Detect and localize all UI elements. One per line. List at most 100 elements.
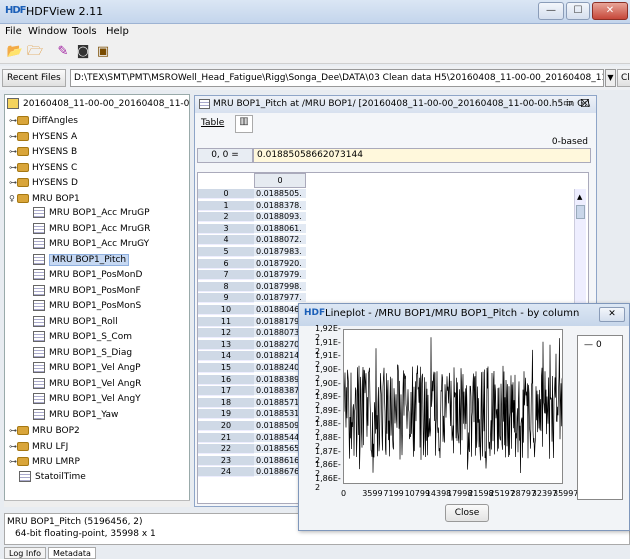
collapse-icon[interactable]: ♀ <box>9 191 17 206</box>
row-header[interactable]: 4 <box>198 235 254 246</box>
row-header[interactable]: 24 <box>198 467 254 478</box>
close-button[interactable]: ✕ <box>592 2 628 20</box>
table-cell[interactable]: 0.0188093. <box>254 212 306 223</box>
minimize-button[interactable]: — <box>538 2 564 20</box>
tree-dataset[interactable]: MRU BOP1_Vel AngP <box>33 361 141 376</box>
tree-group[interactable]: ⊶ MRU BOP2 <box>9 423 80 438</box>
tree-group[interactable]: ⊶ DiffAngles <box>9 113 78 128</box>
tree-dataset[interactable]: MRU BOP1_S_Com <box>33 330 132 345</box>
menu-window[interactable]: Window <box>28 26 67 37</box>
tree-dataset[interactable]: MRU BOP1_Acc MruGY <box>33 237 149 252</box>
row-header[interactable]: 17 <box>198 386 254 397</box>
clear-text-button[interactable]: Clear Te <box>617 69 630 87</box>
table-cell[interactable]: 0.0187998. <box>254 281 306 292</box>
tree-dataset[interactable]: MRU BOP1_Acc MruGP <box>33 206 150 221</box>
row-header[interactable]: 13 <box>198 339 254 350</box>
row-header[interactable]: 20 <box>198 421 254 431</box>
lineplot-title-bar[interactable]: HDF Lineplot - /MRU BOP1/MRU BOP1_Pitch … <box>299 304 629 326</box>
expand-icon[interactable]: ⊶ <box>9 454 17 469</box>
plot-area[interactable] <box>343 329 563 484</box>
tab-log-info[interactable]: Log Info <box>4 547 46 559</box>
tree-dataset[interactable]: MRU BOP1_PosMonD <box>33 268 142 283</box>
row-header[interactable]: 2 <box>198 212 254 223</box>
row-header[interactable]: 11 <box>198 316 254 327</box>
row-header[interactable]: 5 <box>198 247 254 257</box>
row-header[interactable]: 21 <box>198 432 254 443</box>
row-header[interactable]: 15 <box>198 363 254 373</box>
scroll-thumb[interactable] <box>576 205 585 219</box>
table-cell[interactable]: 0.0188061. <box>254 223 306 234</box>
help-book-icon[interactable]: ▣ <box>94 43 112 60</box>
maximize-button[interactable]: ☐ <box>566 2 590 20</box>
row-header[interactable]: 10 <box>198 305 254 315</box>
menu-help[interactable]: Help <box>106 26 129 37</box>
chart-icon[interactable]: ▥ <box>235 115 253 133</box>
table-cell[interactable]: 0.0188505. <box>254 189 306 199</box>
table-cell[interactable]: 0.0187979. <box>254 270 306 281</box>
tree-dataset[interactable]: MRU BOP1_S_Diag <box>33 346 132 361</box>
expand-icon[interactable]: ⊶ <box>9 144 17 159</box>
tree-dataset[interactable]: MRU BOP1_PosMonS <box>33 299 141 314</box>
table-cell[interactable]: 0.0187977. <box>254 293 306 304</box>
tree-dataset[interactable]: MRU BOP1_PosMonF <box>33 284 141 299</box>
close-plot-button[interactable]: ✕ <box>599 307 625 322</box>
expand-icon[interactable]: ⊶ <box>9 129 17 144</box>
tree-dataset[interactable]: StatoilTime <box>19 470 86 485</box>
cell-value-field[interactable]: 0.01885058662073144 <box>253 148 591 163</box>
tree-group[interactable]: ⊶ MRU LFJ <box>9 439 68 454</box>
open-file-icon[interactable]: 🗁 <box>26 43 44 60</box>
row-header[interactable]: 6 <box>198 258 254 269</box>
row-header[interactable]: 16 <box>198 374 254 385</box>
scroll-up-icon[interactable]: ▲ <box>577 193 582 201</box>
lineplot-window[interactable]: HDF Lineplot - /MRU BOP1/MRU BOP1_Pitch … <box>298 303 630 531</box>
tree-group[interactable]: ⊶ HYSENS D <box>9 175 78 190</box>
table-cell[interactable]: 0.0188378. <box>254 200 306 211</box>
expand-icon[interactable]: ⊶ <box>9 175 17 190</box>
tree-group-open[interactable]: ♀ MRU BOP1 <box>9 191 80 206</box>
row-header[interactable]: 22 <box>198 444 254 455</box>
close-table-button[interactable]: ☒ <box>580 97 590 110</box>
expand-icon[interactable]: ⊶ <box>9 439 17 454</box>
table-window-title[interactable]: MRU BOP1_Pitch at /MRU BOP1/ [20160408_1… <box>195 96 596 113</box>
tree-group[interactable]: ⊶ HYSENS A <box>9 129 77 144</box>
recent-files-combo[interactable]: D:\TEX\SMT\PMT\MSROWell_Head_Fatigue\Rig… <box>70 69 604 87</box>
row-header[interactable]: 19 <box>198 409 254 420</box>
row-header[interactable]: 7 <box>198 270 254 281</box>
menu-file[interactable]: File <box>5 26 22 37</box>
tree-dataset-selected[interactable]: MRU BOP1_Pitch <box>33 253 130 268</box>
row-header[interactable]: 8 <box>198 281 254 292</box>
tree-dataset[interactable]: MRU BOP1_Roll <box>33 315 118 330</box>
title-bar[interactable]: HDF HDFView 2.11 — ☐ ✕ <box>0 0 630 24</box>
row-header[interactable]: 14 <box>198 351 254 362</box>
expand-icon[interactable]: ⊶ <box>9 160 17 175</box>
file-tree[interactable]: 20160408_11-00-00_20160408_11-00 ⊶ DiffAn… <box>4 94 190 507</box>
expand-icon[interactable]: ⊶ <box>9 423 17 438</box>
restore-window-button[interactable]: ▭ <box>563 98 572 109</box>
tree-dataset[interactable]: MRU BOP1_Acc MruGR <box>33 222 150 237</box>
tree-group[interactable]: ⊶ HYSENS B <box>9 144 77 159</box>
row-header[interactable]: 1 <box>198 200 254 211</box>
row-header[interactable]: 23 <box>198 455 254 466</box>
tree-dataset[interactable]: MRU BOP1_Vel AngY <box>33 392 141 407</box>
menu-tools[interactable]: Tools <box>72 26 97 37</box>
tree-horizontal-scrollbar[interactable] <box>4 500 190 507</box>
tree-group[interactable]: ⊶ HYSENS C <box>9 160 77 175</box>
table-cell[interactable]: 0.0187920. <box>254 258 306 269</box>
table-cell[interactable]: 0.0187983. <box>254 247 306 257</box>
open-folder-icon[interactable]: 📂 <box>6 43 24 60</box>
row-header[interactable]: 18 <box>198 397 254 408</box>
row-header[interactable]: 3 <box>198 223 254 234</box>
row-header[interactable]: 12 <box>198 328 254 339</box>
recent-files-button[interactable]: Recent Files <box>2 69 66 87</box>
tree-dataset[interactable]: MRU BOP1_Vel AngR <box>33 377 141 392</box>
table-cell[interactable]: 0.0188072. <box>254 235 306 246</box>
plot-close-button[interactable]: Close <box>445 504 489 522</box>
row-header[interactable]: 9 <box>198 293 254 304</box>
column-header[interactable]: 0 <box>254 173 306 188</box>
tree-dataset[interactable]: MRU BOP1_Yaw <box>33 408 118 423</box>
tab-metadata[interactable]: Metadata <box>48 547 96 559</box>
tree-root[interactable]: 20160408_11-00-00_20160408_11-00 <box>7 97 189 112</box>
wrench-icon[interactable]: ✎ <box>54 43 72 60</box>
users-icon[interactable]: ◙ <box>74 43 92 60</box>
menu-table[interactable]: Table <box>201 118 224 128</box>
